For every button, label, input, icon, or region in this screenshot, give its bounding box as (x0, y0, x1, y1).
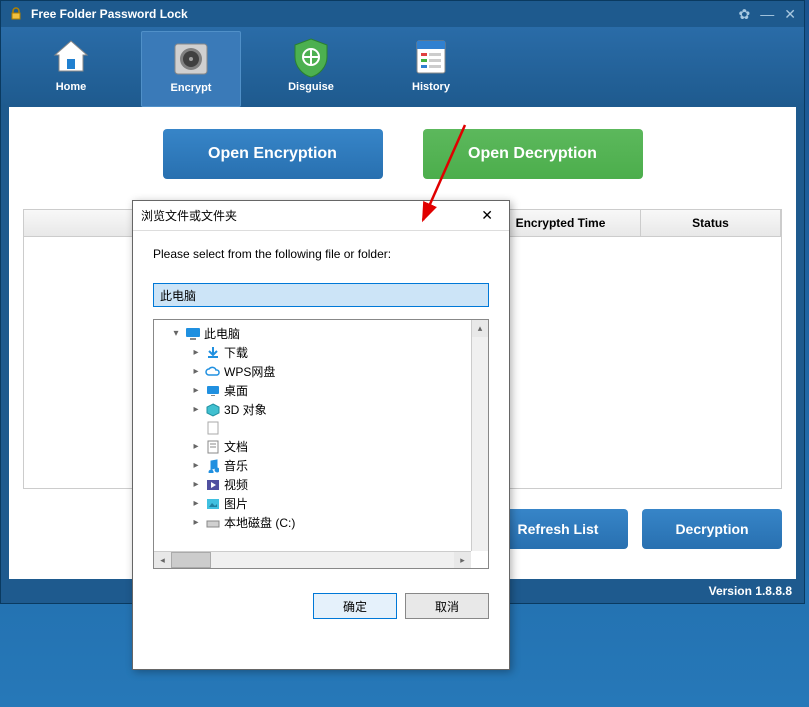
dialog-body: Please select from the following file or… (133, 231, 509, 635)
scroll-right-arrow[interactable]: ▸ (454, 552, 471, 569)
browse-dialog: 浏览文件或文件夹 ✕ Please select from the follow… (132, 200, 510, 670)
tree-label: 3D 对象 (224, 401, 267, 418)
dialog-ok-button[interactable]: 确定 (313, 593, 397, 619)
open-encryption-button[interactable]: Open Encryption (163, 129, 383, 179)
tree-label: 视频 (224, 476, 248, 493)
document-icon (204, 439, 222, 455)
disguise-icon (289, 35, 333, 79)
expand-icon[interactable] (190, 404, 202, 415)
window-controls: ✿ — ✕ (739, 6, 796, 23)
expand-icon[interactable] (190, 347, 202, 358)
tree-root[interactable]: 此电脑 (158, 324, 484, 343)
drive-icon (204, 515, 222, 531)
tree-item-3d[interactable]: 3D 对象 (158, 400, 484, 419)
settings-icon[interactable]: ✿ (739, 6, 751, 23)
col-status[interactable]: Status (641, 210, 781, 236)
expand-icon[interactable] (170, 328, 182, 339)
tree-label: 本地磁盘 (C:) (224, 514, 295, 531)
tree-item-wps[interactable]: WPS网盘 (158, 362, 484, 381)
download-icon (204, 345, 222, 361)
tree-label: 文档 (224, 438, 248, 455)
scroll-thumb[interactable] (171, 552, 211, 568)
close-button[interactable]: ✕ (784, 6, 796, 23)
expand-icon[interactable] (190, 460, 202, 471)
minimize-button[interactable]: — (760, 6, 774, 23)
cube-icon (204, 402, 222, 418)
toolbar-home-label: Home (56, 81, 87, 93)
tree-item-pictures[interactable]: 图片 (158, 494, 484, 513)
dialog-cancel-button[interactable]: 取消 (405, 593, 489, 619)
tree-inner[interactable]: 此电脑 下载 WPS网盘 桌面 (154, 320, 488, 552)
expand-icon[interactable] (190, 385, 202, 396)
history-icon (409, 35, 453, 79)
dialog-prompt: Please select from the following file or… (153, 247, 489, 261)
lock-icon (9, 7, 23, 21)
expand-icon[interactable] (190, 441, 202, 452)
expand-icon[interactable] (190, 498, 202, 509)
path-input[interactable] (153, 283, 489, 307)
scroll-up-arrow[interactable]: ▴ (472, 320, 488, 337)
dialog-buttons: 确定 取消 (153, 593, 489, 619)
expand-icon[interactable] (190, 517, 202, 528)
video-icon (204, 477, 222, 493)
tree-label: WPS网盘 (224, 363, 275, 380)
open-decryption-button[interactable]: Open Decryption (423, 129, 643, 179)
tree-scrollbar-vertical[interactable]: ▴ (471, 320, 488, 551)
desktop-icon (204, 383, 222, 399)
title-bar: Free Folder Password Lock ✿ — ✕ (1, 1, 804, 27)
dialog-title-bar: 浏览文件或文件夹 ✕ (133, 201, 509, 231)
window-title: Free Folder Password Lock (31, 7, 739, 21)
tree-label: 音乐 (224, 457, 248, 474)
encrypt-icon (169, 36, 213, 80)
cloud-icon (204, 364, 222, 380)
computer-icon (184, 326, 202, 342)
tree-label: 桌面 (224, 382, 248, 399)
tree-label: 图片 (224, 495, 248, 512)
decryption-button[interactable]: Decryption (642, 509, 782, 549)
toolbar-disguise-label: Disguise (288, 81, 334, 93)
scroll-left-arrow[interactable]: ◂ (154, 552, 171, 569)
toolbar-home[interactable]: Home (21, 31, 121, 107)
file-icon (204, 420, 222, 436)
toolbar-encrypt-label: Encrypt (171, 82, 212, 94)
expand-icon[interactable] (190, 366, 202, 377)
tree-root-label: 此电脑 (204, 325, 240, 342)
toolbar-history[interactable]: History (381, 31, 481, 107)
toolbar-disguise[interactable]: Disguise (261, 31, 361, 107)
toolbar-encrypt[interactable]: Encrypt (141, 31, 241, 107)
main-buttons: Open Encryption Open Decryption (23, 129, 782, 179)
tree-item-documents[interactable]: 文档 (158, 437, 484, 456)
version-text: Version 1.8.8.8 (709, 584, 792, 598)
tree-item-blank[interactable] (158, 419, 484, 437)
dialog-close-button[interactable]: ✕ (473, 205, 501, 226)
tree-scrollbar-horizontal[interactable]: ◂ ▸ (154, 551, 471, 568)
picture-icon (204, 496, 222, 512)
toolbar: Home Encrypt Disguise History (1, 27, 804, 107)
home-icon (49, 35, 93, 79)
tree-item-music[interactable]: 音乐 (158, 456, 484, 475)
tree-item-video[interactable]: 视频 (158, 475, 484, 494)
tree-item-downloads[interactable]: 下载 (158, 343, 484, 362)
tree-item-desktop[interactable]: 桌面 (158, 381, 484, 400)
folder-tree: 此电脑 下载 WPS网盘 桌面 (153, 319, 489, 569)
music-icon (204, 458, 222, 474)
expand-icon[interactable] (190, 479, 202, 490)
tree-item-drive-c[interactable]: 本地磁盘 (C:) (158, 513, 484, 532)
toolbar-history-label: History (412, 81, 450, 93)
dialog-title: 浏览文件或文件夹 (141, 207, 237, 224)
tree-label: 下载 (224, 344, 248, 361)
